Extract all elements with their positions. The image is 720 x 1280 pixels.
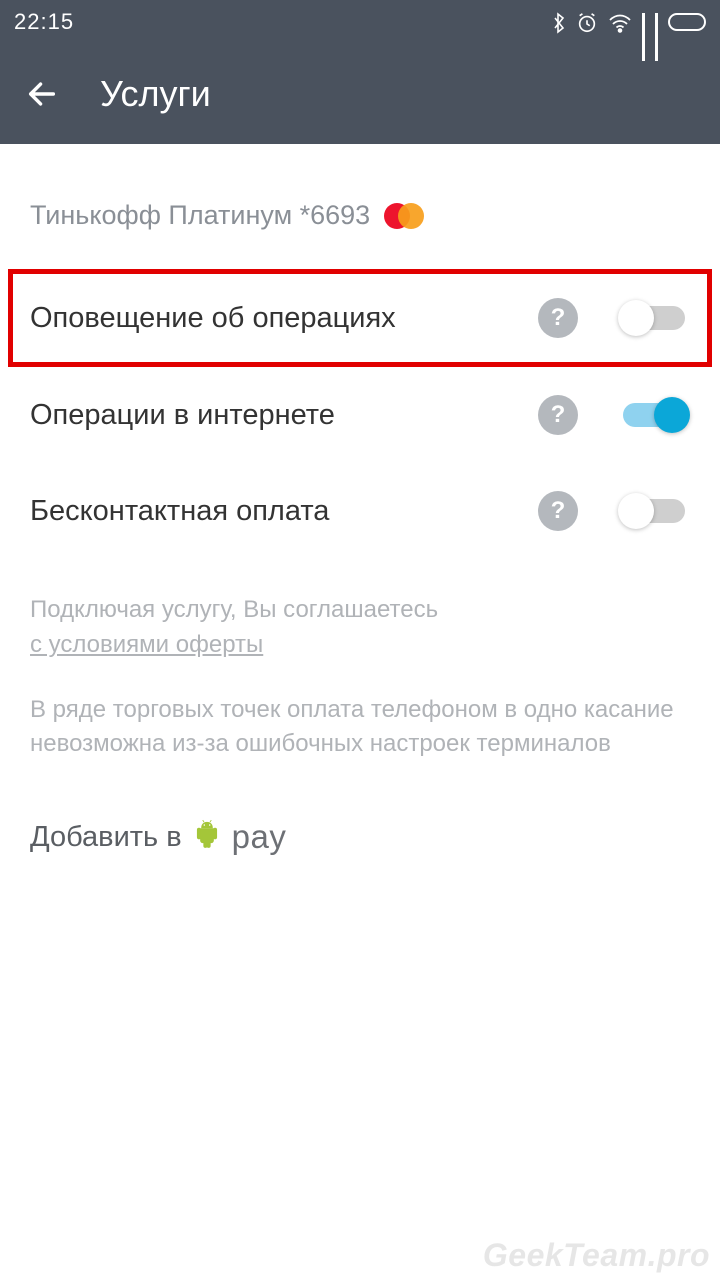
help-icon[interactable]: ?	[538, 395, 578, 435]
clock-time: 22:15	[14, 9, 74, 35]
pay-brand-text: pay	[232, 818, 287, 856]
row-label: Бесконтактная оплата	[30, 495, 538, 528]
status-bar: 22:15	[0, 0, 720, 44]
card-header: Тинькофф Платинум *6693	[30, 144, 690, 269]
toggle-notifications[interactable]	[618, 303, 690, 333]
toggle-contactless[interactable]	[618, 496, 690, 526]
disclosure-line1: Подключая услугу, Вы соглашаетесь	[30, 593, 690, 628]
signal-icon-2	[655, 13, 658, 31]
back-button[interactable]	[20, 72, 64, 116]
wifi-icon	[608, 9, 632, 35]
row-notifications: Оповещение об операциях ?	[8, 269, 712, 367]
toggle-internet-ops[interactable]	[618, 400, 690, 430]
page-title: Услуги	[100, 73, 211, 115]
alarm-icon	[576, 9, 598, 35]
signal-icon	[642, 13, 645, 31]
battery-icon	[668, 13, 706, 31]
disclosure-text: Подключая услугу, Вы соглашаетесь с усло…	[30, 559, 690, 762]
add-to-pay-button[interactable]: Добавить в pay	[30, 762, 690, 856]
bluetooth-icon	[552, 9, 566, 35]
row-contactless: Бесконтактная оплата ?	[30, 463, 690, 559]
status-icons	[552, 9, 706, 35]
row-label: Оповещение об операциях	[30, 302, 538, 335]
mastercard-icon	[384, 202, 426, 230]
app-bar: Услуги	[0, 44, 720, 144]
addpay-prefix: Добавить в	[30, 821, 182, 854]
watermark: GeekTeam.pro	[483, 1237, 710, 1274]
card-name: Тинькофф Платинум *6693	[30, 200, 370, 231]
content: Тинькофф Платинум *6693 Оповещение об оп…	[0, 144, 720, 856]
help-icon[interactable]: ?	[538, 298, 578, 338]
row-internet-ops: Операции в интернете ?	[30, 367, 690, 463]
row-label: Операции в интернете	[30, 399, 538, 432]
help-icon[interactable]: ?	[538, 491, 578, 531]
android-icon	[194, 818, 220, 856]
disclosure-para2: В ряде торговых точек оплата телефоном в…	[30, 693, 690, 763]
terms-link[interactable]: с условиями оферты	[30, 628, 263, 663]
